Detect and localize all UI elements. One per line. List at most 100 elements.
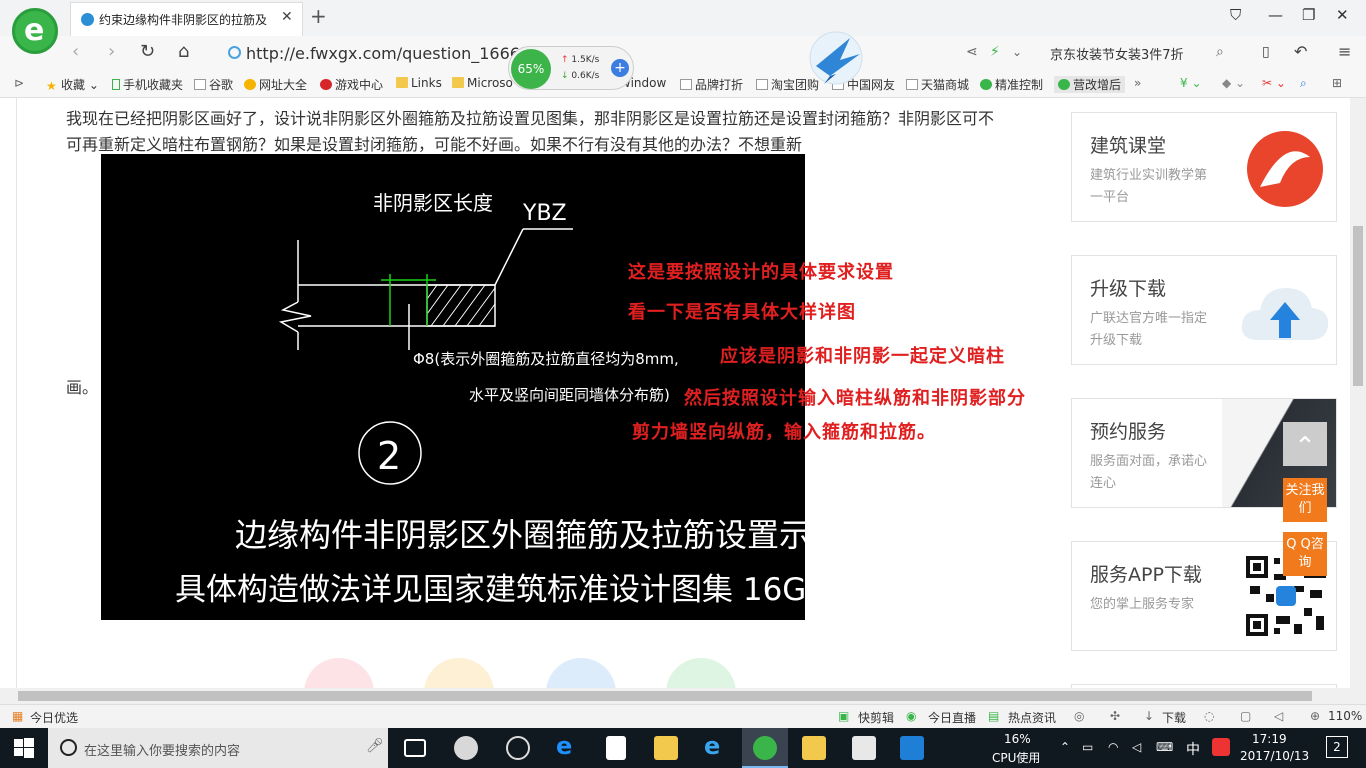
cortana-icon — [60, 739, 77, 756]
windows-start-icon[interactable] — [14, 738, 34, 758]
fan-app-icon[interactable] — [454, 736, 478, 760]
swirl-app-icon[interactable] — [506, 736, 530, 760]
window-icon[interactable]: ▢ — [1240, 709, 1251, 723]
magnifier-icon[interactable]: ⌕ — [1300, 76, 1307, 91]
grid-icon[interactable]: ⊞ — [1332, 76, 1342, 90]
back-icon[interactable]: ‹ — [72, 41, 79, 62]
close-window-button[interactable]: ✕ — [1336, 6, 1349, 24]
fav-item-brand[interactable]: 品牌打折 — [680, 76, 743, 93]
like-button[interactable] — [304, 658, 374, 688]
drawing-circle-number: 2 — [377, 434, 401, 478]
tab-close-icon[interactable]: ✕ — [281, 9, 293, 25]
scroll-thumb[interactable] — [1353, 226, 1363, 386]
ie-icon[interactable]: e — [704, 732, 728, 760]
notes-app-icon[interactable] — [802, 736, 826, 760]
fav-item-links[interactable]: Links — [396, 76, 442, 90]
fav-item-mobile[interactable]: 手机收藏夹 — [112, 76, 183, 93]
fav-item-tmall[interactable]: 天猫商城 — [906, 76, 969, 93]
refresh-icon[interactable]: ↻ — [140, 41, 155, 62]
sidebar-card-classroom[interactable]: 建筑课堂 建筑行业实训教学第一平台 — [1071, 112, 1337, 222]
active-tab[interactable]: 约束边缘构件非阴影区的拉筋及 ✕ — [70, 2, 303, 36]
fav-item-google[interactable]: 谷歌 — [194, 76, 233, 93]
store-icon[interactable] — [606, 736, 626, 760]
active-browser-task[interactable] — [742, 728, 788, 768]
vertical-scrollbar[interactable] — [1350, 98, 1366, 688]
home-icon[interactable]: ⌂ — [178, 41, 189, 62]
clock-date[interactable]: 2017/10/13 — [1240, 749, 1309, 763]
microphone-icon[interactable]: 🎤︎ — [366, 738, 384, 754]
extension-icon[interactable]: ◆ ⌄ — [1222, 76, 1245, 90]
help-app-icon[interactable] — [852, 736, 876, 760]
ime-indicator[interactable]: 中 — [1186, 739, 1200, 759]
browser-mode-icon[interactable]: ◌ — [1204, 709, 1214, 723]
tools-icon[interactable]: ✣ — [1110, 709, 1120, 723]
new-tab-button[interactable]: + — [310, 4, 327, 28]
qq-consult-button[interactable]: Q Q咨询 — [1283, 532, 1327, 576]
speed-icon[interactable]: ◎ — [1074, 709, 1084, 723]
notification-badge[interactable]: 2 — [1326, 736, 1348, 758]
follow-us-button[interactable]: 关注我们 — [1283, 478, 1327, 522]
fav-item-collect[interactable]: ★ 收藏 ⌄ — [46, 76, 99, 93]
back-to-top-button[interactable]: ⌃ — [1283, 422, 1327, 466]
yen-icon[interactable]: ¥ ⌄ — [1180, 76, 1202, 90]
browser-logo-icon[interactable]: e — [12, 8, 58, 54]
menu-icon[interactable]: ≡ — [1338, 42, 1351, 61]
fav-item-microsoft[interactable]: Microso — [452, 76, 513, 90]
answer-line-5: 剪力墙竖向纵筋，输入箍筋和拉筋。 — [632, 422, 936, 443]
status-item-clip[interactable]: 快剪辑 — [858, 709, 894, 726]
status-item-news[interactable]: 热点资讯 — [1008, 709, 1056, 726]
status-today-picks[interactable]: 今日优选 — [30, 709, 78, 726]
share-icon[interactable]: ⋖ — [966, 44, 978, 60]
site-security-icon — [228, 46, 241, 59]
sogou-icon[interactable] — [1212, 738, 1230, 756]
mute-icon[interactable]: ◁ — [1274, 709, 1283, 723]
forward-icon[interactable]: › — [108, 41, 115, 62]
favorite-button[interactable] — [424, 658, 494, 688]
keyboard-icon[interactable]: ⌨ — [1156, 740, 1173, 754]
zoom-icon[interactable]: ⊕ — [1310, 709, 1320, 723]
boost-button[interactable]: + — [611, 59, 629, 77]
network-monitor[interactable]: 65% ↑ 1.5K/s ↓ 0.6K/s + — [508, 46, 634, 90]
taskbar-search[interactable]: 在这里输入你要搜索的内容 🎤︎ — [48, 728, 388, 768]
task-view-icon[interactable] — [404, 739, 426, 757]
zoom-level[interactable]: 110% — [1328, 709, 1362, 723]
windows-taskbar: 在这里输入你要搜索的内容 🎤︎ e e 16% CPU使用 ⌃ ▭ ◠ ◁ ⌨ … — [0, 728, 1366, 768]
volume-icon[interactable]: ◁ — [1132, 740, 1141, 754]
search-icon[interactable]: ⌕ — [1216, 44, 1224, 60]
status-item-live[interactable]: 今日直播 — [928, 709, 976, 726]
restore-button[interactable]: ❐ — [1302, 6, 1315, 24]
favbar-toggle-icon[interactable]: ⊳ — [14, 76, 24, 90]
fav-item-games[interactable]: 游戏中心 — [320, 76, 383, 93]
card-subtitle: 广联达官方唯一指定升级下载 — [1090, 311, 1208, 348]
card-subtitle: 服务面对面，承诺心连心 — [1090, 454, 1208, 491]
chevron-down-icon[interactable]: ⌄ — [1012, 45, 1022, 59]
file-explorer-icon[interactable] — [654, 736, 678, 760]
status-item-download[interactable]: 下载 — [1162, 709, 1186, 726]
answer-line-2: 看一下是否有具体大样详图 — [628, 302, 856, 323]
wifi-icon[interactable]: ◠ — [1108, 740, 1118, 754]
fav-item-tax[interactable]: 营改增后 — [1054, 76, 1126, 93]
scroll-thumb[interactable] — [18, 691, 1312, 701]
usb-icon[interactable]: ▭ — [1082, 740, 1093, 754]
bird-logo-icon[interactable] — [806, 30, 868, 86]
horizontal-scrollbar[interactable] — [0, 688, 1366, 704]
fav-item-precise[interactable]: 精准控制 — [980, 76, 1043, 93]
teamviewer-icon[interactable] — [900, 736, 924, 760]
more-favorites-icon[interactable]: » — [1134, 76, 1141, 90]
edge-icon[interactable]: e — [556, 732, 580, 760]
card-subtitle: 您的掌上服务专家 — [1090, 597, 1195, 612]
scissors-icon[interactable]: ✂ ⌄ — [1262, 76, 1286, 90]
undo-icon[interactable]: ↶ — [1294, 42, 1307, 61]
share-button[interactable] — [546, 658, 616, 688]
fav-item-nav[interactable]: 网址大全 — [244, 76, 307, 93]
minimize-button[interactable]: — — [1268, 6, 1283, 24]
sidebar-card-download[interactable]: 升级下载 广联达官方唯一指定升级下载 — [1071, 255, 1337, 365]
lightning-icon[interactable]: ⚡ — [990, 44, 1000, 60]
clock-time[interactable]: 17:19 — [1252, 732, 1287, 746]
search-suggestion[interactable]: 京东妆装节女装3件7折 — [1050, 44, 1184, 63]
tray-expand-icon[interactable]: ⌃ — [1060, 740, 1070, 754]
upvote-button[interactable] — [666, 658, 736, 688]
browser-task-icon — [753, 736, 777, 760]
phone-icon[interactable]: ▯ — [1262, 44, 1270, 60]
skin-icon[interactable]: ⛉ — [1230, 6, 1241, 24]
